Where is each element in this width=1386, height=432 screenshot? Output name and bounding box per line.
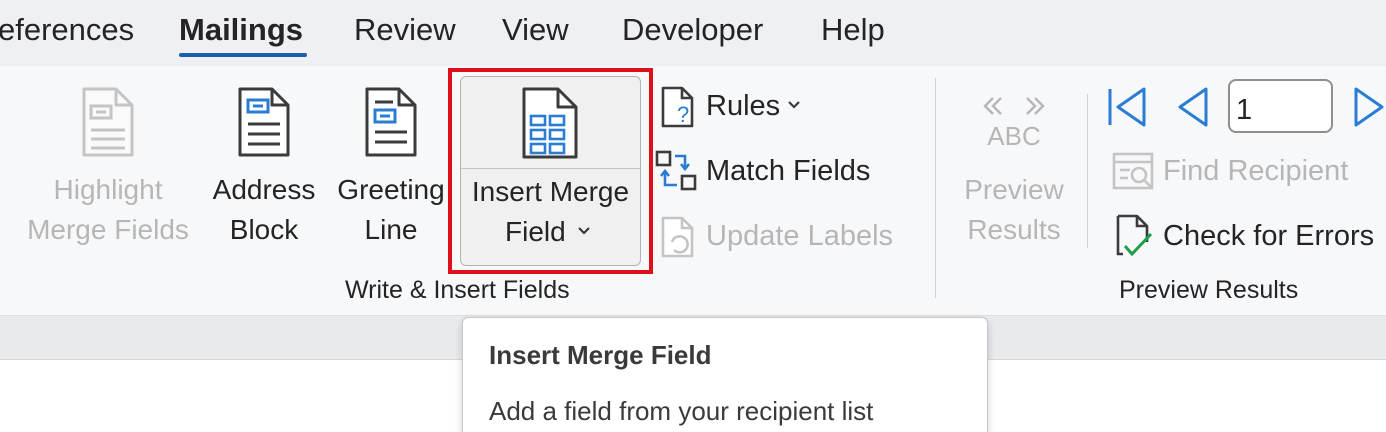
highlight-frame	[448, 68, 653, 274]
tab-mailings[interactable]: Mailings	[179, 12, 303, 48]
check-for-errors-button[interactable]: Check for Errors	[1163, 220, 1374, 253]
address-block-icon	[238, 87, 290, 157]
tooltip: Insert Merge Field Add a field from your…	[462, 317, 988, 432]
match-fields-button[interactable]: Match Fields	[706, 155, 870, 188]
group-separator	[935, 78, 936, 298]
preview-results-button[interactable]: ABC Preview Results	[955, 88, 1073, 258]
svg-text:?: ?	[677, 102, 689, 127]
previous-record-icon[interactable]	[1176, 86, 1210, 128]
find-recipient-icon	[1112, 152, 1154, 190]
active-tab-indicator	[179, 53, 307, 57]
rules-icon: ?	[661, 86, 694, 128]
group-separator	[1087, 94, 1088, 248]
highlight-merge-fields-icon	[82, 87, 134, 157]
highlight-label-line2: Merge Fields	[27, 214, 189, 245]
tooltip-description: Add a field from your recipient list	[489, 396, 874, 426]
address-block-label-line1: Address	[212, 174, 316, 205]
match-fields-icon	[655, 150, 697, 191]
tab-developer[interactable]: Developer	[622, 12, 763, 48]
highlight-merge-fields-button[interactable]: Highlight Merge Fields	[20, 80, 196, 255]
preview-results-label-line2: Results	[967, 214, 1061, 245]
group-label-write-insert-fields: Write & Insert Fields	[345, 276, 570, 304]
greeting-line-icon	[365, 87, 417, 157]
greeting-line-label-line2: Line	[364, 214, 418, 245]
tab-help[interactable]: Help	[821, 12, 885, 48]
greeting-line-label-line1: Greeting	[337, 174, 445, 205]
preview-results-label-line1: Preview	[964, 174, 1064, 205]
ribbon-tab-bar: eferences Mailings Review View Developer…	[0, 0, 1386, 66]
group-label-preview-results: Preview Results	[1119, 276, 1299, 304]
first-record-icon[interactable]	[1106, 86, 1148, 128]
tab-review[interactable]: Review	[354, 12, 456, 48]
find-recipient-button[interactable]: Find Recipient	[1163, 155, 1348, 188]
preview-results-icon-text: ABC	[987, 121, 1041, 151]
tab-view[interactable]: View	[502, 12, 569, 48]
update-labels-icon	[661, 216, 694, 258]
highlight-label-line1: Highlight	[53, 174, 163, 205]
greeting-line-button[interactable]: Greeting Line	[332, 80, 450, 255]
preview-results-icon	[983, 97, 1045, 115]
next-record-icon[interactable]	[1352, 86, 1386, 128]
chevron-down-icon	[788, 101, 800, 109]
tab-references[interactable]: eferences	[0, 12, 134, 48]
update-labels-button[interactable]: Update Labels	[706, 220, 893, 253]
address-block-button[interactable]: Address Block	[206, 80, 322, 255]
tooltip-title: Insert Merge Field	[489, 340, 712, 370]
rules-button[interactable]: Rules	[706, 90, 780, 123]
record-number-input[interactable]	[1228, 79, 1333, 133]
address-block-label-line2: Block	[229, 214, 299, 245]
check-for-errors-icon	[1116, 214, 1153, 257]
